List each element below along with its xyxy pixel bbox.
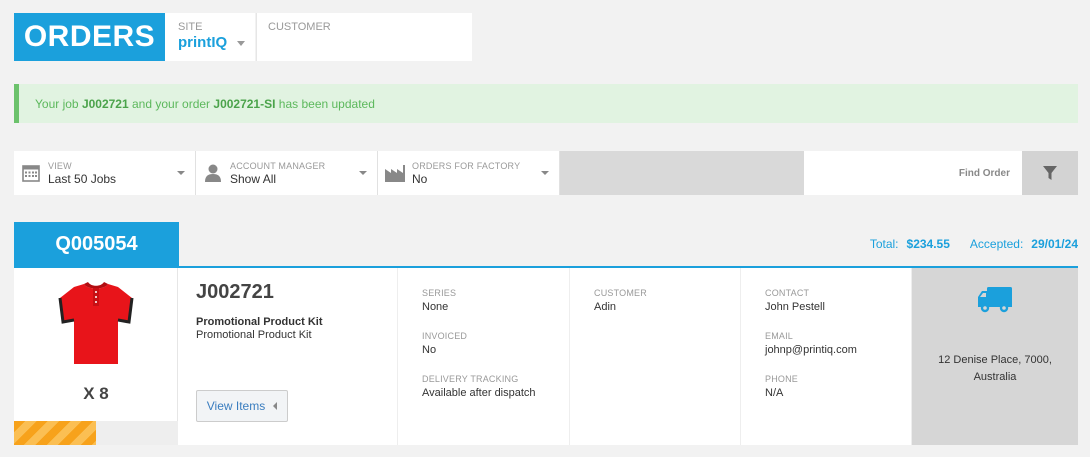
delivery-address: 12 Denise Place, 7000, Australia bbox=[930, 352, 1060, 386]
accepted-value: 29/01/24 bbox=[1031, 237, 1078, 251]
view-filter-label: VIEW bbox=[48, 160, 72, 171]
customer-label: CUSTOMER bbox=[268, 21, 331, 33]
view-items-label: View Items bbox=[206, 399, 266, 413]
contact-label: CONTACT bbox=[765, 288, 810, 298]
contact-column: CONTACT John Pestell EMAIL johnp@printiq… bbox=[741, 268, 912, 445]
invoiced-value: No bbox=[422, 344, 437, 356]
chevron-down-icon bbox=[541, 171, 549, 175]
chevron-down-icon bbox=[359, 171, 367, 175]
truck-icon bbox=[978, 287, 1012, 313]
contact-value: John Pestell bbox=[765, 301, 825, 313]
total-label: Total: bbox=[869, 237, 899, 251]
view-items-button[interactable]: View Items bbox=[196, 390, 288, 422]
site-value-text: printIQ bbox=[178, 34, 228, 51]
alert-suffix: has been updated bbox=[278, 96, 375, 111]
site-selector[interactable]: SITE printIQ bbox=[165, 13, 255, 61]
progress-bar bbox=[14, 421, 178, 445]
funnel-icon bbox=[1043, 166, 1057, 180]
alert-prefix: Your job bbox=[35, 96, 79, 111]
success-alert: Your job J002721 and your order J002721-… bbox=[14, 84, 1078, 123]
phone-value: N/A bbox=[765, 387, 784, 399]
series-value: None bbox=[422, 301, 449, 313]
view-filter-value: Last 50 Jobs bbox=[48, 171, 117, 186]
invoiced-label: INVOICED bbox=[422, 331, 468, 341]
quote-number[interactable]: Q005054 bbox=[14, 222, 179, 266]
factory-filter-value: No bbox=[412, 171, 428, 186]
quantity: X 8 bbox=[83, 384, 109, 403]
delivery-tracking-label: DELIVERY TRACKING bbox=[422, 374, 519, 384]
job-details: J002721 Promotional Product Kit Promotio… bbox=[178, 268, 398, 445]
meta-gap bbox=[958, 237, 962, 251]
job-title: Promotional Product Kit bbox=[196, 316, 323, 328]
series-label: SERIES bbox=[422, 288, 457, 298]
factory-filter-label: ORDERS FOR FACTORY bbox=[412, 160, 521, 171]
total-value: $234.55 bbox=[906, 237, 950, 251]
email-label: EMAIL bbox=[765, 331, 794, 341]
customer-info-value: Adin bbox=[594, 301, 617, 313]
delivery-tracking-value: Available after dispatch bbox=[422, 387, 536, 399]
site-label: SITE bbox=[178, 21, 203, 33]
page-title: ORDERS bbox=[14, 13, 165, 61]
chevron-down-icon bbox=[177, 171, 185, 175]
accepted-label: Accepted: bbox=[969, 237, 1024, 251]
chevron-down-icon bbox=[237, 41, 246, 46]
address-line2: Australia bbox=[973, 371, 1017, 383]
filter-bar: VIEW Last 50 Jobs ACCOUNT MANAGER Show A… bbox=[14, 151, 1078, 195]
customer-info-label: CUSTOMER bbox=[594, 288, 647, 298]
phone-label: PHONE bbox=[765, 374, 799, 384]
factory-icon bbox=[378, 163, 412, 183]
series-column: SERIES None INVOICED No DELIVERY TRACKIN… bbox=[398, 268, 570, 445]
calendar-icon bbox=[14, 163, 48, 183]
job-card: X 8 J002721 Promotional Product Kit Prom… bbox=[14, 268, 1078, 445]
account-manager-filter[interactable]: ACCOUNT MANAGER Show All bbox=[196, 151, 378, 195]
email-value[interactable]: johnp@printiq.com bbox=[765, 344, 911, 356]
address-line1: 12 Denise Place, 7000, bbox=[938, 354, 1052, 366]
find-order-input[interactable]: Find Order bbox=[804, 151, 1022, 195]
product-column: X 8 bbox=[14, 268, 178, 445]
orders-for-factory-filter[interactable]: ORDERS FOR FACTORY No bbox=[378, 151, 560, 195]
view-filter[interactable]: VIEW Last 50 Jobs bbox=[14, 151, 196, 195]
account-manager-value: Show All bbox=[230, 171, 277, 186]
chevron-left-icon bbox=[273, 402, 278, 410]
quote-summary: Total: $234.55 Accepted: 29/01/24 bbox=[870, 237, 1078, 251]
user-icon bbox=[196, 163, 230, 183]
filter-spacer bbox=[560, 151, 804, 195]
alert-middle: and your order bbox=[132, 96, 211, 111]
alert-job: J002721 bbox=[81, 96, 129, 111]
customer-column: CUSTOMER Adin bbox=[570, 268, 741, 445]
alert-order: J002721-SI bbox=[213, 96, 276, 111]
delivery-address-panel: 12 Denise Place, 7000, Australia bbox=[912, 268, 1078, 445]
shirt-thumbnail bbox=[58, 282, 134, 364]
customer-selector[interactable]: CUSTOMER bbox=[256, 13, 472, 61]
job-subtitle: Promotional Product Kit bbox=[196, 329, 312, 341]
site-value[interactable]: printIQ bbox=[178, 34, 255, 51]
filter-button[interactable] bbox=[1022, 151, 1078, 195]
job-number[interactable]: J002721 bbox=[196, 281, 379, 304]
account-manager-label: ACCOUNT MANAGER bbox=[230, 160, 326, 171]
progress-fill bbox=[14, 421, 96, 445]
